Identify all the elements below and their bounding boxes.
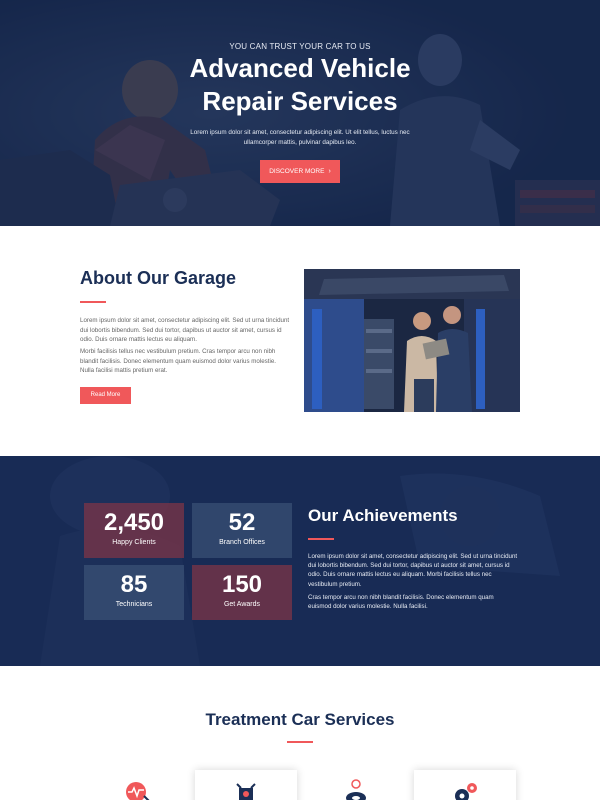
- achievements-paragraph-2: Cras tempor arcu non nibh blandit facili…: [308, 594, 494, 611]
- discover-more-label: DISCOVER MORE: [269, 168, 325, 175]
- stat-value: 150: [221, 571, 263, 598]
- stat-label: Happy Clients: [112, 539, 156, 546]
- garage-mechanics-image: [304, 269, 520, 412]
- chevron-right-icon: ›: [328, 168, 331, 175]
- stat-get-awards: 150 Get Awards: [192, 565, 292, 620]
- stat-technicians: 85 Technicians: [84, 565, 184, 620]
- stat-value: 52: [228, 509, 256, 536]
- service-card-gear[interactable]: [414, 770, 516, 800]
- stat-label: Technicians: [115, 601, 153, 608]
- about-title-underline: [80, 301, 106, 303]
- stat-label: Get Awards: [223, 601, 261, 608]
- about-paragraph-2: Morbi facilisis tellus nec vestibulum pr…: [80, 348, 277, 374]
- engine-icon: [236, 783, 256, 800]
- achievements-title: Our Achievements: [308, 506, 458, 525]
- hero-title-line1: Advanced Vehicle: [189, 53, 411, 83]
- gear-service-icon: [455, 783, 477, 800]
- stat-value: 2,450: [103, 509, 165, 536]
- achievements-title-underline: [308, 538, 334, 540]
- stat-branch-offices: 52 Branch Offices: [192, 503, 292, 558]
- service-card-diagnostics[interactable]: [86, 770, 188, 800]
- hero-eyebrow: YOU CAN TRUST YOUR CAR TO US: [229, 42, 371, 51]
- stat-label: Branch Offices: [219, 539, 265, 546]
- diagnostics-icon: [126, 782, 150, 800]
- stat-happy-clients: 2,450 Happy Clients: [84, 503, 184, 558]
- read-more-button[interactable]: Read More: [80, 387, 131, 404]
- about-paragraph-1: Lorem ipsum dolor sit amet, consectetur …: [80, 317, 290, 343]
- service-card-engine[interactable]: [195, 770, 297, 800]
- garage-photo-illustration: [304, 269, 520, 412]
- hero-title-line2: Repair Services: [202, 86, 398, 116]
- stat-value: 85: [120, 571, 148, 598]
- service-card-tire[interactable]: [305, 770, 407, 800]
- services-title-underline: [287, 741, 313, 743]
- discover-more-button[interactable]: DISCOVER MORE ›: [260, 160, 340, 183]
- services-title: Treatment Car Services: [205, 710, 395, 729]
- hero-description: Lorem ipsum dolor sit amet, consectetur …: [190, 129, 410, 146]
- achievements-paragraph-1: Lorem ipsum dolor sit amet, consectetur …: [308, 553, 518, 588]
- hero-section: YOU CAN TRUST YOUR CAR TO US Advanced Ve…: [0, 0, 600, 226]
- about-title: About Our Garage: [80, 268, 237, 288]
- tire-icon: [346, 779, 366, 800]
- hero-title: Advanced Vehicle Repair Services: [100, 52, 500, 118]
